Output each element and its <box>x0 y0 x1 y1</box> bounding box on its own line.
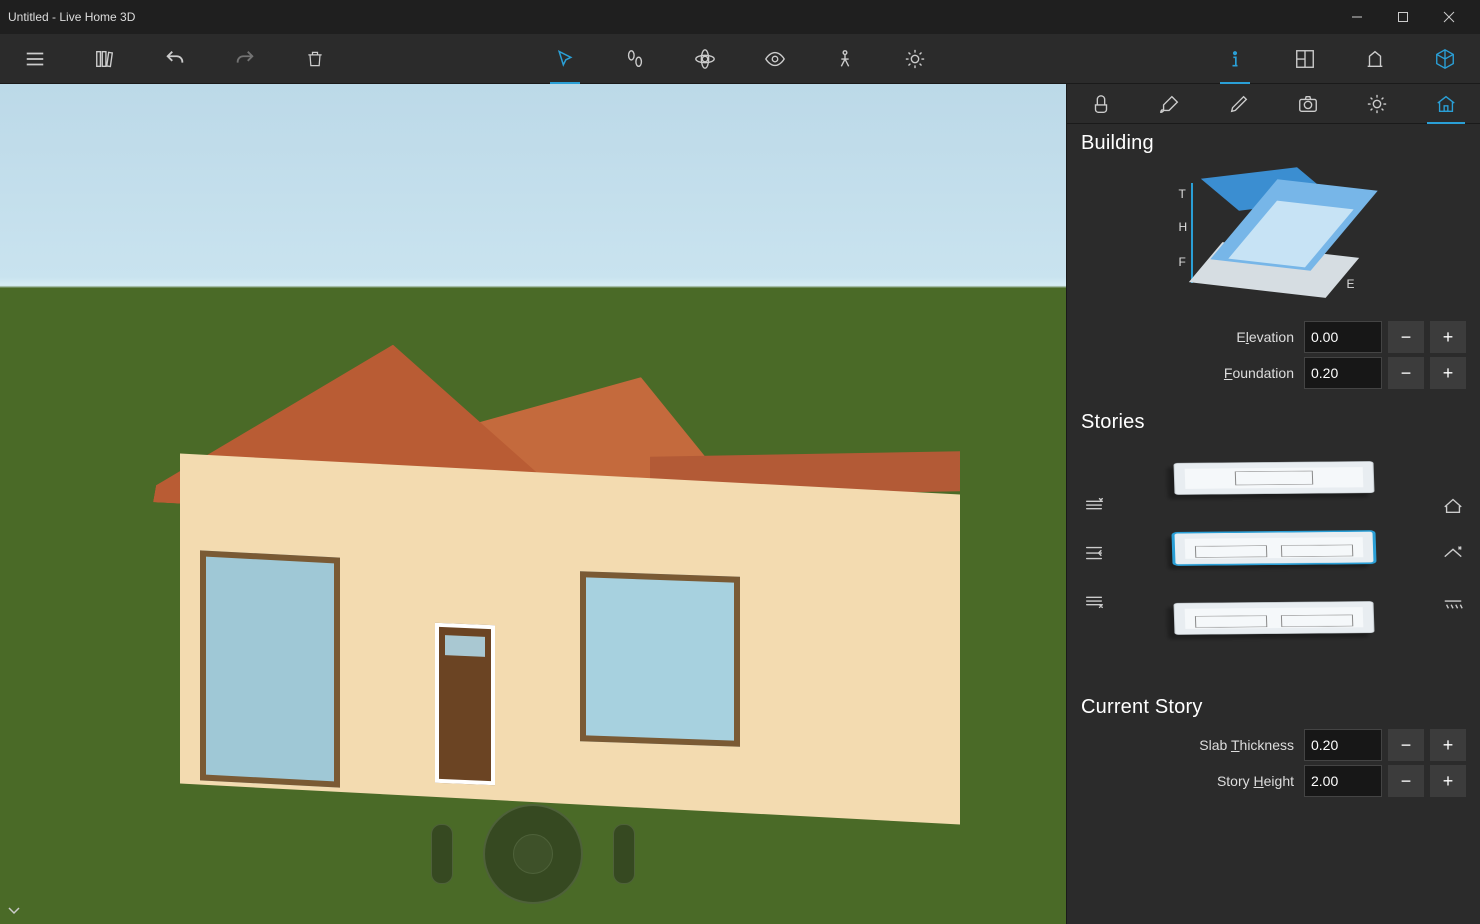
story-height-input[interactable] <box>1304 765 1382 797</box>
slab-thickness-label: Slab Thickness <box>1199 737 1294 753</box>
info-mode-button[interactable] <box>1200 34 1270 84</box>
window-left <box>200 550 340 787</box>
stories-right-tools <box>1440 492 1466 614</box>
view-3d-mode-button[interactable] <box>1410 34 1480 84</box>
library-button[interactable] <box>70 34 140 84</box>
nav-pad[interactable] <box>483 804 583 904</box>
foundation-row: Foundation − + <box>1081 357 1466 389</box>
walk-tool-button[interactable] <box>600 34 670 84</box>
toolbar-center-group <box>530 34 950 84</box>
minimize-button[interactable] <box>1334 0 1380 34</box>
story-height-decrement[interactable]: − <box>1388 765 1424 797</box>
building-diagram: T H F E <box>1081 165 1466 305</box>
slab-thickness-decrement[interactable]: − <box>1388 729 1424 761</box>
toolbar-left-group <box>0 34 350 83</box>
expand-panel-icon[interactable] <box>6 902 22 918</box>
add-story-below-button[interactable] <box>1081 588 1107 614</box>
tab-materials[interactable] <box>1143 84 1197 124</box>
foundation-increment[interactable]: + <box>1430 357 1466 389</box>
panel-tabs <box>1067 84 1480 124</box>
tab-building[interactable] <box>1419 84 1473 124</box>
lighting-tool-button[interactable] <box>880 34 950 84</box>
plan-2d-mode-button[interactable] <box>1270 34 1340 84</box>
story-height-label: Story Height <box>1217 773 1294 789</box>
content-area: Building T H F E Elevation − + <box>0 84 1480 924</box>
section-current-story: Current Story Slab Thickness − + Story H… <box>1067 688 1480 811</box>
navigation-gizmo[interactable] <box>431 804 635 904</box>
building-heading: Building <box>1081 132 1466 155</box>
elevation-input[interactable] <box>1304 321 1382 353</box>
delete-button[interactable] <box>280 34 350 84</box>
story-ground[interactable] <box>1173 601 1374 635</box>
split-story-button[interactable] <box>1081 540 1107 566</box>
stories-left-tools <box>1081 492 1107 614</box>
nav-tilt-left[interactable] <box>431 824 453 884</box>
add-story-above-button[interactable] <box>1081 492 1107 518</box>
undo-button[interactable] <box>140 34 210 84</box>
elevation-label: Elevation <box>1236 329 1294 345</box>
current-story-heading: Current Story <box>1081 696 1466 719</box>
story-roof[interactable] <box>1173 461 1374 495</box>
3d-viewport[interactable] <box>0 84 1066 924</box>
maximize-button[interactable] <box>1380 0 1426 34</box>
stories-stack[interactable] <box>1154 448 1394 658</box>
ground-button[interactable] <box>1440 588 1466 614</box>
inspector-panel: Building T H F E Elevation − + <box>1066 84 1480 924</box>
lookaround-tool-button[interactable] <box>740 34 810 84</box>
diagram-label-f: F <box>1179 255 1186 269</box>
story-height-row: Story Height − + <box>1081 765 1466 797</box>
tab-object[interactable] <box>1074 84 1128 124</box>
main-toolbar <box>0 34 1480 84</box>
nav-tilt-right[interactable] <box>613 824 635 884</box>
orbit-tool-button[interactable] <box>670 34 740 84</box>
window-title: Untitled - Live Home 3D <box>8 10 135 24</box>
section-building: Building T H F E Elevation − + <box>1067 124 1480 403</box>
foundation-label: Foundation <box>1224 365 1294 381</box>
diagram-label-h: H <box>1179 220 1188 234</box>
elevation-row: Elevation − + <box>1081 321 1466 353</box>
tab-camera[interactable] <box>1281 84 1335 124</box>
toolbar-right-group <box>1200 34 1480 83</box>
elevation-increment[interactable]: + <box>1430 321 1466 353</box>
elevation-decrement[interactable]: − <box>1388 321 1424 353</box>
titlebar: Untitled - Live Home 3D <box>0 0 1480 34</box>
roof-button[interactable] <box>1440 492 1466 518</box>
story-height-increment[interactable]: + <box>1430 765 1466 797</box>
redo-button[interactable] <box>210 34 280 84</box>
stories-stack-wrap <box>1081 448 1466 658</box>
story-current[interactable] <box>1173 531 1374 565</box>
tab-edit[interactable] <box>1212 84 1266 124</box>
diagram-arrow <box>1191 183 1193 283</box>
door <box>435 623 495 786</box>
section-stories: Stories <box>1067 403 1480 688</box>
select-tool-button[interactable] <box>530 34 600 84</box>
window-right <box>580 571 740 747</box>
close-button[interactable] <box>1426 0 1472 34</box>
stories-heading: Stories <box>1081 411 1466 434</box>
diagram-label-t: T <box>1179 187 1186 201</box>
foundation-input[interactable] <box>1304 357 1382 389</box>
slab-thickness-increment[interactable]: + <box>1430 729 1466 761</box>
diagram-label-e: E <box>1347 277 1355 291</box>
window-controls <box>1334 0 1472 34</box>
house-model <box>180 344 960 824</box>
slab-thickness-input[interactable] <box>1304 729 1382 761</box>
foundation-decrement[interactable]: − <box>1388 357 1424 389</box>
elevation-mode-button[interactable] <box>1340 34 1410 84</box>
story-up-button[interactable] <box>1440 540 1466 566</box>
tab-light[interactable] <box>1350 84 1404 124</box>
measure-tool-button[interactable] <box>810 34 880 84</box>
menu-button[interactable] <box>0 34 70 84</box>
slab-thickness-row: Slab Thickness − + <box>1081 729 1466 761</box>
